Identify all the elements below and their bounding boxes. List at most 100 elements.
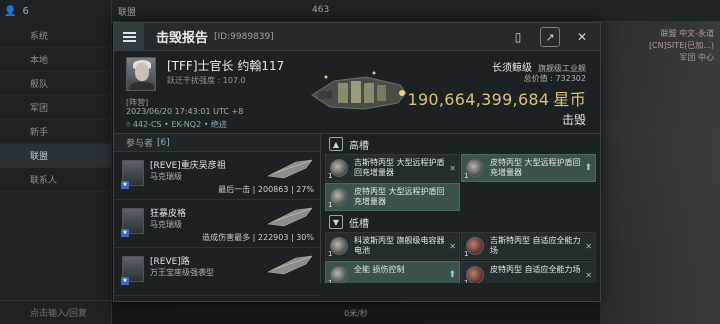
participant-avatar[interactable]: ★ (121, 208, 144, 237)
ship-name[interactable]: 长须鲸级 (492, 59, 532, 74)
participant-ship: 万王宝座级强袭型 (150, 268, 214, 277)
top-tab-label[interactable]: 联盟 (118, 5, 136, 18)
victim-stat: 跃迁干扰强度 : 107.0 (167, 76, 246, 85)
participant-avatar[interactable]: ★ (121, 256, 144, 285)
module-qty: 1 (464, 279, 469, 283)
victim-name[interactable]: [TFF]士官长 约翰117 (167, 57, 284, 74)
victim-ship-image[interactable] (304, 63, 414, 123)
module-name: 吉斯特丙型 大型远程护盾回充增量器 (354, 158, 445, 177)
fitted-module[interactable]: 1 皮特丙型 自适应全能力场 ✕ (461, 261, 596, 283)
chat-channel-item[interactable]: 系统 (0, 24, 112, 48)
chat-channel-item[interactable]: 本地 (0, 48, 112, 72)
high-slot-header: ▲ 高槽 (321, 134, 600, 154)
module-name: 皮特丙型 自适应全能力场 (490, 265, 581, 274)
chat-channel-item[interactable]: 联盟 (0, 144, 112, 168)
module-icon (466, 159, 484, 177)
overview-label-1: 联盟 中文-永道 (660, 29, 714, 38)
overview-label-3: 军团 中心 (679, 53, 714, 62)
star-icon: ★ (121, 229, 129, 237)
clipboard-icon[interactable]: ▯ (508, 27, 528, 47)
star-icon: ★ (121, 277, 129, 285)
destroyed-icon: ✕ (585, 242, 592, 251)
participant-row[interactable]: ★ 狂暴皮格 马克瑞级造成伤害最多 | 222903 | 30% (114, 200, 320, 248)
module-qty: 1 (328, 201, 333, 209)
speed-readout: 0米/秒 (344, 309, 368, 318)
participant-name[interactable]: [REVE]重庆吴彦祖 (150, 158, 226, 171)
module-name: 全能 损伤控制 (354, 265, 405, 274)
fitted-module[interactable]: 1 皮特丙型 大型远程护盾回充增量器 (325, 183, 460, 211)
module-name: 皮特丙型 大型远程护盾回充增量器 (490, 158, 581, 177)
module-icon (330, 159, 348, 177)
participant-ship: 马克瑞级 (150, 172, 182, 181)
chat-member-count: 👤 6 (4, 6, 29, 17)
chat-channel-item[interactable]: 军团 (0, 96, 112, 120)
destroyed-icon: ✕ (585, 271, 592, 280)
fitted-module[interactable]: 1 吉斯特丙型 大型远程护盾回充增量器 ✕ (325, 154, 460, 182)
kill-time: 2023/06/20 17:43:01 UTC +8 (126, 107, 244, 116)
low-slot-header: ▼ 低槽 (321, 212, 600, 232)
module-qty: 1 (328, 279, 333, 283)
participant-damage: 造成伤害最多 | 222903 | 30% (202, 233, 314, 242)
location-pin-icon: ⌾ (126, 120, 131, 129)
fitted-module[interactable]: 1 全能 损伤控制 ⬆ (325, 261, 460, 283)
module-qty: 1 (328, 172, 333, 180)
module-name: 科波斯丙型 旗舰级电容器电池 (354, 236, 445, 255)
participant-avatar[interactable]: ★ (121, 160, 144, 189)
overview-label-2: [CN]SITE(已加...) (648, 41, 714, 50)
participant-row[interactable]: ★ [REVE]路 万王宝座级强袭型 (114, 248, 320, 296)
module-icon (466, 237, 484, 255)
participant-ship-image (266, 207, 313, 227)
fitted-module[interactable]: 1 皮特丙型 大型远程护盾回充增量器 ⬆ (461, 154, 596, 182)
report-id[interactable]: [ID:9989839] (214, 32, 274, 42)
fitted-module[interactable]: 1 吉斯特丙型 自适应全能力场 ✕ (461, 232, 596, 260)
ship-name-line: 长须鲸级 旗舰级工业舰 (492, 59, 586, 74)
high-slot-grid: 1 吉斯特丙型 大型远程护盾回充增量器 ✕ 1 皮特丙型 大型远程护盾回充增量器 ⬆ 1 皮特… (321, 154, 600, 212)
module-icon (466, 266, 484, 283)
panel-header: 击毁报告 [ID:9989839] ▯ ↗ ✕ (114, 22, 600, 51)
chat-channel-item[interactable]: 舰队 (0, 72, 112, 96)
overview-panel: 联盟 中文-永道 [CN]SITE(已加...) 军团 中心 (600, 22, 720, 324)
chat-sidebar: 👤 6 系统 本地 舰队 军团 新手 联盟 联系人 点击输入/回复 (0, 0, 112, 324)
total-value: 总价值 : 732302 (523, 74, 586, 83)
high-slot-icon: ▲ (329, 137, 343, 151)
killmail-panel: 击毁报告 [ID:9989839] ▯ ↗ ✕ [TFF]士官长 约翰117 跃… (113, 22, 601, 302)
participant-ship-image (266, 255, 313, 275)
person-icon: 👤 (4, 6, 17, 17)
chat-input[interactable]: 点击输入/回复 (0, 300, 112, 324)
low-slot-grid: 1 科波斯丙型 旗舰级电容器电池 ✕ 1 吉斯特丙型 自适应全能力场 ✕ 1 全能 损伤控制 ⬆… (321, 232, 600, 283)
participant-name[interactable]: 狂暴皮格 (150, 206, 186, 219)
dropped-icon: ⬆ (584, 163, 592, 173)
top-bar: 联盟 463 (112, 0, 720, 22)
participant-ship: 马克瑞级 (150, 220, 182, 229)
kill-location[interactable]: ⌾ 442-CS • EK-NQ2 • 绝迹 (126, 119, 227, 130)
top-counter: 463 (312, 5, 330, 15)
isk-value: 190,664,399,684 星币 (407, 90, 586, 109)
module-icon (330, 266, 348, 283)
module-qty: 1 (464, 250, 469, 258)
page-title: 击毁报告 (156, 31, 209, 46)
chat-channel-item[interactable]: 新手 (0, 120, 112, 144)
participant-row[interactable]: ★ [REVE]重庆吴彦祖 马克瑞级最后一击 | 200863 | 27% (114, 152, 320, 200)
destroyed-icon: ✕ (449, 164, 456, 173)
participant-damage: 最后一击 | 200863 | 27% (218, 185, 314, 194)
menu-icon[interactable] (114, 22, 144, 51)
participants-panel: 参与者 [6] ★ [REVE]重庆吴彦祖 马克瑞级 最后一击 | 200863 | 2… (114, 133, 320, 296)
participant-ship-image (266, 159, 313, 179)
participant-name[interactable]: [REVE]路 (150, 254, 190, 267)
kill-result: 击毁 (561, 113, 586, 127)
module-icon (330, 237, 348, 255)
chat-channel-item[interactable]: 联系人 (0, 168, 112, 192)
share-icon[interactable]: ↗ (540, 27, 560, 47)
participants-header: 参与者 [6] (114, 134, 320, 152)
chat-channel-list: 系统 本地 舰队 军团 新手 联盟 联系人 (0, 24, 112, 192)
destroyed-icon: ✕ (449, 242, 456, 251)
dropped-icon: ⬆ (448, 270, 456, 280)
close-icon[interactable]: ✕ (572, 27, 592, 47)
hud-bottom: 0米/秒 (112, 308, 600, 324)
low-slot-icon: ▼ (329, 215, 343, 229)
victim-avatar[interactable] (126, 57, 156, 91)
module-name: 皮特丙型 大型远程护盾回充增量器 (354, 187, 445, 206)
module-name: 吉斯特丙型 自适应全能力场 (490, 236, 581, 255)
fitting-panel: ▲ 高槽 1 吉斯特丙型 大型远程护盾回充增量器 ✕ 1 皮特丙型 大型远程护盾回充增量… (320, 133, 600, 283)
fitted-module[interactable]: 1 科波斯丙型 旗舰级电容器电池 ✕ (325, 232, 460, 260)
